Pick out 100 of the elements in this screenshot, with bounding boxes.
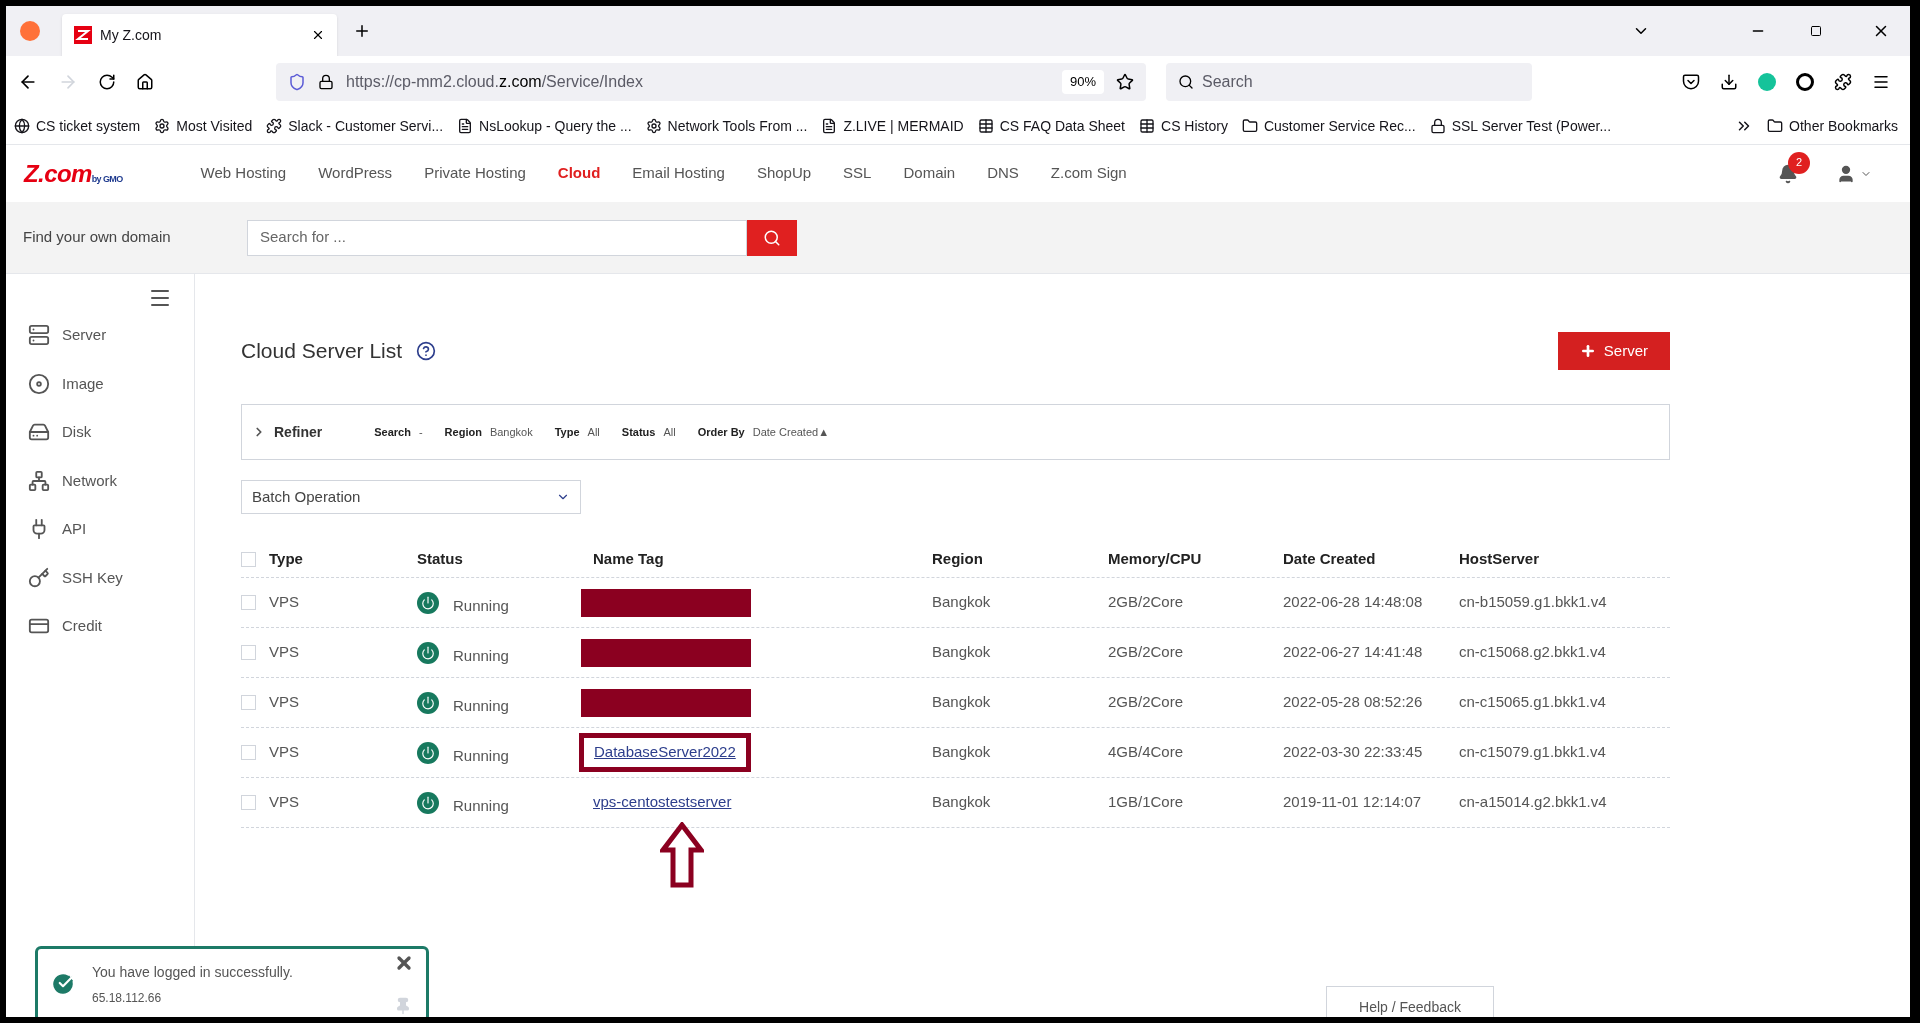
nav-link[interactable]: Z.com Sign — [1050, 162, 1127, 185]
domain-search-button[interactable] — [747, 219, 797, 256]
filter-name: Status — [621, 424, 656, 440]
sidebar-item[interactable]: Network — [28, 469, 194, 492]
bookmark-icon — [645, 118, 662, 134]
bookmark-icon — [1429, 118, 1446, 134]
sidebar-item[interactable]: SSH Key — [28, 566, 194, 589]
server-name-link[interactable]: vps-centostestserver — [593, 793, 732, 811]
row-checkbox[interactable] — [241, 695, 256, 710]
select-all-checkbox[interactable] — [241, 552, 256, 567]
sidebar-item[interactable]: API — [28, 518, 194, 541]
page-title: Cloud Server List — [241, 338, 403, 365]
bookmark-item[interactable]: Slack - Customer Servi... — [266, 115, 444, 137]
bookmark-item[interactable]: Z.LIVE | MERMAID — [821, 115, 964, 137]
memory-cpu-cell-text: 2GB/2Core — [1108, 692, 1185, 713]
column-header: Type — [269, 549, 304, 570]
power-icon — [417, 791, 439, 814]
bookmark-item[interactable]: Most Visited — [154, 115, 253, 137]
sidebar-item[interactable]: Disk — [28, 421, 194, 444]
help-feedback-button[interactable]: Help / Feedback — [1326, 986, 1494, 1017]
bookmark-item[interactable]: CS FAQ Data Sheet — [977, 115, 1125, 137]
zoom-level-button[interactable]: 90% — [1061, 70, 1104, 94]
help-icon[interactable] — [416, 341, 437, 361]
user-icon[interactable] — [1836, 163, 1856, 184]
column-header: Name Tag — [593, 549, 665, 570]
nav-link[interactable]: WordPress — [318, 162, 393, 185]
type-cell-text: VPS — [269, 692, 300, 713]
extensions-icon[interactable] — [1834, 73, 1852, 91]
bookmark-item[interactable]: Network Tools From ... — [645, 115, 808, 137]
shield-icon — [288, 73, 306, 91]
nav-link[interactable]: Domain — [903, 162, 956, 185]
column-header: Date Created — [1283, 549, 1377, 570]
status-text: Running — [453, 696, 509, 717]
nav-link[interactable]: SSL — [843, 162, 872, 185]
folder-icon — [1767, 118, 1784, 134]
refiner-label[interactable]: Refiner — [274, 421, 323, 443]
bookmark-star-icon[interactable] — [1116, 73, 1134, 91]
site-logo[interactable]: Z.comby GMO — [24, 155, 123, 192]
date-cell-text: 2022-03-30 22:33:45 — [1283, 742, 1424, 763]
success-check-icon — [50, 971, 76, 997]
nav-link[interactable]: DNS — [987, 162, 1019, 185]
sidebar-item[interactable]: Image — [28, 372, 194, 395]
nav-link[interactable]: Web Hosting — [200, 162, 287, 185]
nav-link[interactable]: Email Hosting — [632, 162, 725, 185]
address-bar[interactable]: https://cp-mm2.cloud.z.com/Service/Index 90% — [276, 63, 1146, 101]
filter-value: Bangkok — [489, 424, 533, 440]
toast-message: You have logged in successfully. — [92, 962, 294, 982]
server-name-link[interactable]: DatabaseServer2022 — [594, 743, 736, 761]
status-text: Running — [453, 796, 509, 817]
column-header: Status — [417, 549, 464, 570]
filter-name: Search — [374, 424, 411, 440]
home-icon[interactable] — [136, 73, 154, 91]
browser-search-field[interactable]: Search — [1166, 63, 1532, 101]
restore-icon[interactable] — [1810, 25, 1822, 37]
download-icon[interactable] — [1720, 73, 1738, 91]
memory-cpu-cell-text: 4GB/4Core — [1108, 742, 1185, 763]
reload-icon[interactable] — [98, 73, 116, 91]
bookmark-icon — [977, 118, 994, 134]
row-checkbox[interactable] — [241, 745, 256, 760]
key-icon — [28, 566, 50, 589]
host-server-cell-text: cn-c15079.g1.bkk1.v4 — [1459, 742, 1607, 763]
nav-link[interactable]: Cloud — [557, 162, 601, 185]
domain-search-field[interactable]: Search for ... — [247, 219, 747, 256]
close-tab-icon[interactable] — [311, 28, 325, 42]
sidebar-item[interactable]: Credit — [28, 615, 194, 638]
extension-icon[interactable] — [1796, 73, 1814, 91]
status-text: Running — [453, 596, 509, 617]
sidebar-item[interactable]: Server — [28, 324, 194, 347]
power-icon — [417, 741, 439, 764]
toast-ip: 65.18.112.66 — [92, 989, 163, 1007]
power-icon — [417, 691, 439, 714]
bookmark-item[interactable]: Customer Service Rec... — [1241, 115, 1416, 137]
memory-cpu-cell-text: 2GB/2Core — [1108, 592, 1185, 613]
other-bookmarks-item[interactable]: Other Bookmarks — [1767, 115, 1898, 137]
filter-value: Date Created▲ — [752, 424, 830, 440]
power-icon — [417, 591, 439, 614]
add-server-button[interactable]: Server — [1557, 332, 1670, 370]
bookmark-item[interactable]: CS History — [1139, 115, 1228, 137]
bookmark-item[interactable]: NsLookup - Query the ... — [457, 115, 632, 137]
new-tab-icon[interactable] — [353, 22, 371, 40]
nav-link[interactable]: Private Hosting — [424, 162, 526, 185]
search-icon — [763, 228, 781, 247]
url-text: https://cp-mm2.cloud.z.com/Service/Index — [346, 72, 644, 92]
bookmark-icon — [14, 118, 30, 134]
close-icon[interactable] — [394, 953, 414, 973]
pocket-icon[interactable] — [1682, 73, 1700, 91]
date-cell-text: 2022-06-27 14:41:48 — [1283, 642, 1424, 663]
menu-icon[interactable] — [1872, 73, 1890, 91]
nav-link[interactable]: ShopUp — [756, 162, 812, 185]
row-checkbox[interactable] — [241, 595, 256, 610]
filter-name: Order By — [697, 424, 745, 440]
row-checkbox[interactable] — [241, 645, 256, 660]
batch-operation-dropdown[interactable]: Batch Operation — [241, 480, 581, 514]
bookmark-item[interactable]: SSL Server Test (Power... — [1429, 115, 1612, 137]
browser-tab[interactable]: My Z.com — [62, 14, 337, 56]
bookmark-item[interactable]: CS ticket system — [14, 115, 141, 137]
network-icon — [28, 469, 50, 492]
notification-badge: 2 — [1788, 151, 1810, 174]
bookmark-icon — [266, 118, 283, 134]
row-checkbox[interactable] — [241, 795, 256, 810]
